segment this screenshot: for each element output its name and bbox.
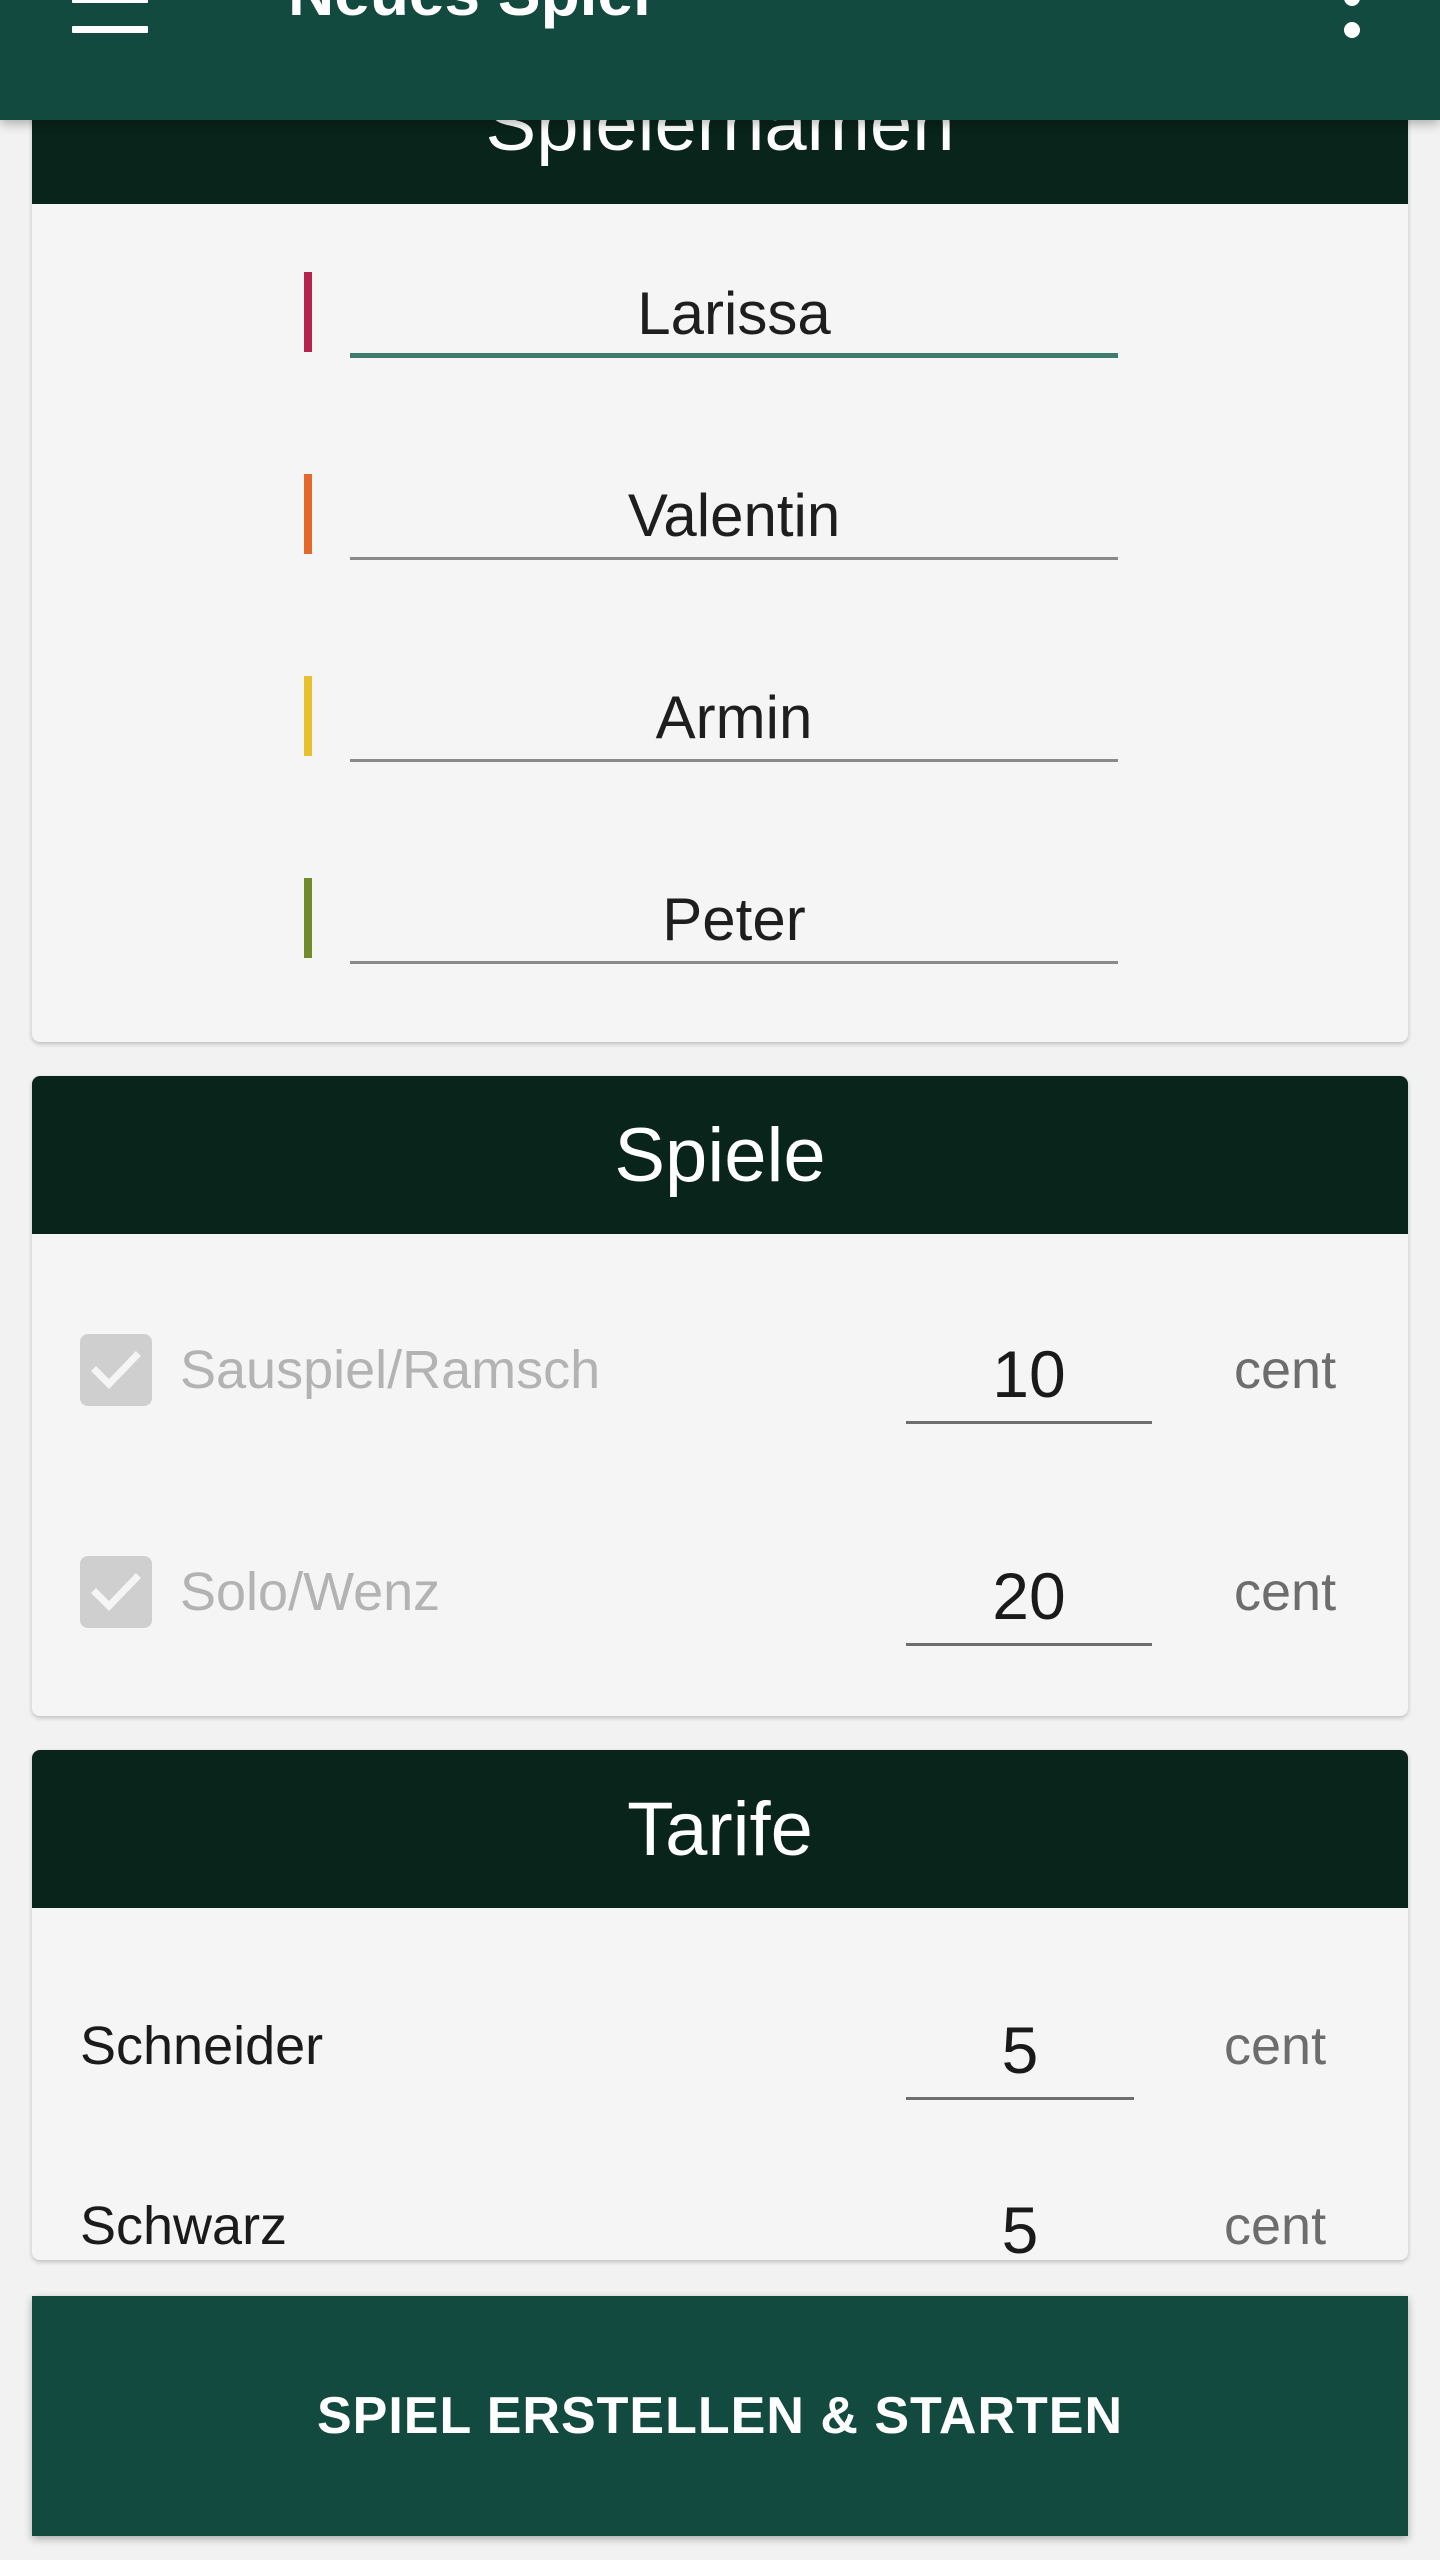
player-color-bar [304, 878, 312, 958]
game-value-input[interactable]: 10 [906, 1324, 1152, 1424]
app-bar: Neues Spiel [0, 0, 1440, 120]
player-row: Armin [32, 674, 1408, 784]
game-row: Sauspiel/Ramsch 10 cent [32, 1324, 1408, 1464]
page-title: Neues Spiel [288, 0, 651, 30]
tariff-label: Schwarz [80, 2196, 288, 2256]
player-name-field[interactable]: Peter [350, 876, 1118, 964]
tariffs-header: Tarife [32, 1750, 1408, 1908]
player-color-bar [304, 676, 312, 756]
tariff-label: Schneider [80, 2016, 324, 2076]
player-names-card: Spielernamen Larissa Valentin Armin Pete… [32, 80, 1408, 1042]
solo-checkbox[interactable] [80, 1556, 152, 1628]
check-icon [91, 1351, 141, 1389]
player-name-field[interactable]: Valentin [350, 472, 1118, 560]
player-row: Peter [32, 876, 1408, 986]
games-card: Spiele Sauspiel/Ramsch 10 cent Solo/Wenz… [32, 1076, 1408, 1716]
player-color-bar [304, 272, 312, 352]
tariffs-card: Tarife Schneider 5 cent Schwarz 5 cent [32, 1750, 1408, 2260]
game-label: Solo/Wenz [180, 1562, 441, 1622]
hamburger-menu-icon[interactable] [60, 0, 160, 40]
game-value-input[interactable]: 20 [906, 1546, 1152, 1646]
tariff-value-input[interactable]: 5 [906, 2180, 1134, 2260]
unit-label: cent [1224, 2016, 1327, 2076]
tariff-row: Schneider 5 cent [32, 2000, 1408, 2140]
player-name-field[interactable]: Armin [350, 674, 1118, 762]
tariff-value-input[interactable]: 5 [906, 2000, 1134, 2100]
create-and-start-button[interactable]: SPIEL ERSTELLEN & STARTEN [32, 2296, 1408, 2536]
player-name-field[interactable]: Larissa [350, 270, 1118, 358]
game-row: Solo/Wenz 20 cent [32, 1546, 1408, 1686]
unit-label: cent [1234, 1340, 1337, 1400]
player-row: Larissa [32, 270, 1408, 380]
player-row: Valentin [32, 472, 1408, 582]
unit-label: cent [1234, 1562, 1337, 1622]
check-icon [91, 1573, 141, 1611]
game-label: Sauspiel/Ramsch [180, 1340, 601, 1400]
more-vert-icon[interactable] [1322, 0, 1382, 50]
player-color-bar [304, 474, 312, 554]
sauspiel-checkbox[interactable] [80, 1334, 152, 1406]
tariff-row: Schwarz 5 cent [32, 2180, 1408, 2260]
unit-label: cent [1224, 2196, 1327, 2256]
games-header: Spiele [32, 1076, 1408, 1234]
